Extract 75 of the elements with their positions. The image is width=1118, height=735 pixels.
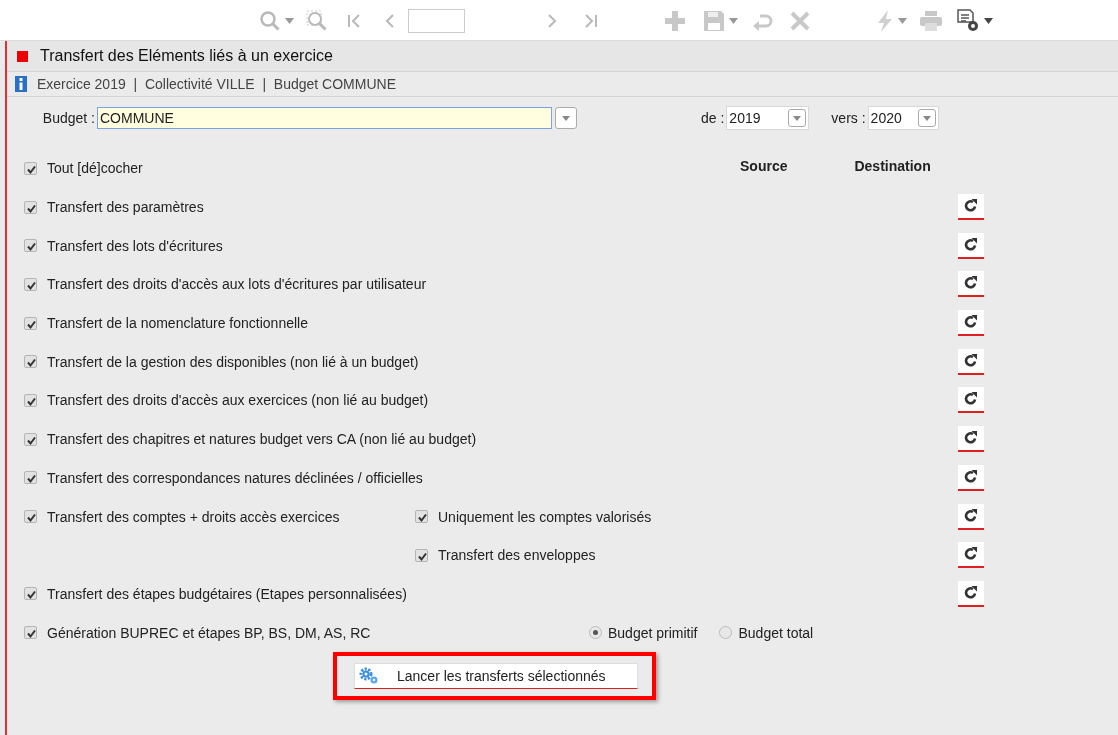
toggle-all-label: Tout [dé]cocher xyxy=(47,160,143,177)
budget-label: Budget : xyxy=(41,110,96,126)
dropdown-button[interactable] xyxy=(788,109,807,127)
radio-button[interactable] xyxy=(589,626,602,640)
option-label: Transfert des comptes + droits accès exercices xyxy=(47,508,340,525)
option-label: Transfert des étapes budgétaires (Etapes personnalisées) xyxy=(47,585,407,602)
option-label: Transfert des droits d'accès aux exercices (non lié au budget) xyxy=(47,392,429,409)
refresh-icon xyxy=(964,585,978,600)
checkbox[interactable] xyxy=(24,316,37,330)
refresh-button[interactable] xyxy=(958,348,984,375)
radio-label: Budget primitif xyxy=(608,624,698,641)
refresh-icon xyxy=(964,276,978,291)
refresh-button[interactable] xyxy=(958,232,984,259)
caret-icon[interactable] xyxy=(984,17,993,24)
checkbox[interactable] xyxy=(415,548,428,562)
settings-icon[interactable] xyxy=(956,8,980,33)
radio-button[interactable] xyxy=(719,626,733,640)
refresh-icon xyxy=(964,392,978,407)
column-header: Destination xyxy=(854,158,931,175)
option-label: Transfert des lots d'écritures xyxy=(47,237,223,254)
column-header: Source xyxy=(740,158,788,175)
refresh-icon xyxy=(964,469,978,484)
square-icon xyxy=(17,50,28,62)
refresh-icon xyxy=(964,353,978,368)
refresh-icon xyxy=(964,199,978,214)
option-label: Transfert de la gestion des disponibles (non lié à un budget) xyxy=(47,353,419,370)
option-label: Uniquement les comptes valorisés xyxy=(438,508,652,525)
budget-field[interactable]: COMMUNE xyxy=(97,107,552,129)
checkbox[interactable] xyxy=(24,355,37,369)
refresh-button[interactable] xyxy=(958,580,984,607)
refresh-button[interactable] xyxy=(958,387,984,414)
refresh-button[interactable] xyxy=(958,426,984,453)
checkbox[interactable] xyxy=(24,587,37,601)
refresh-button[interactable] xyxy=(958,503,984,530)
checkbox[interactable] xyxy=(24,471,37,485)
option-label: Transfert des correspondances natures déclinées / officielles xyxy=(47,469,423,486)
refresh-button[interactable] xyxy=(958,310,984,337)
option-label: Transfert de la nomenclature fonctionnelle xyxy=(47,315,308,332)
caret-icon xyxy=(922,115,931,121)
gears-icon xyxy=(359,666,379,685)
refresh-button[interactable] xyxy=(958,542,984,569)
page-title: Transfert des Eléments liés à un exercice xyxy=(40,47,333,65)
launch-button[interactable]: Lancer les transferts sélectionnés xyxy=(354,662,638,689)
option-label: Transfert des paramètres xyxy=(47,199,204,216)
checkbox[interactable] xyxy=(415,510,428,524)
refresh-icon xyxy=(964,431,978,446)
year-to-label: vers : xyxy=(831,110,866,126)
refresh-button[interactable] xyxy=(958,194,984,221)
option-label: Transfert des droits d'accès aux lots d'écritures par utilisateur xyxy=(47,276,427,293)
checkbox[interactable] xyxy=(24,200,37,214)
refresh-icon xyxy=(964,508,978,523)
checkbox[interactable] xyxy=(24,432,37,446)
checkbox[interactable] xyxy=(24,626,37,640)
option-label: Génération BUPREC et étapes BP, BS, DM, AS, RC xyxy=(47,624,371,641)
option-label: Transfert des chapitres et natures budget vers CA (non lié au budget) xyxy=(47,431,477,448)
checkbox[interactable] xyxy=(24,239,37,253)
dropdown-button[interactable] xyxy=(917,109,936,127)
refresh-button[interactable] xyxy=(958,464,984,491)
refresh-icon xyxy=(964,315,978,330)
refresh-icon xyxy=(964,547,978,562)
checkbox[interactable] xyxy=(24,161,37,175)
page-field[interactable] xyxy=(408,8,465,33)
option-label: Transfert des enveloppes xyxy=(438,547,596,564)
radio-label: Budget total xyxy=(738,624,814,641)
caret-icon xyxy=(793,115,802,121)
context-text: Exercice 2019 | Collectivité VILLE | Budget COMMUNE xyxy=(37,76,396,92)
checkbox[interactable] xyxy=(24,393,37,407)
year-from-label: de : xyxy=(701,110,725,126)
dropdown-button[interactable] xyxy=(555,107,577,129)
checkbox[interactable] xyxy=(24,277,37,291)
refresh-button[interactable] xyxy=(958,271,984,298)
info-icon xyxy=(15,76,27,92)
checkbox[interactable] xyxy=(24,510,37,524)
caret-icon xyxy=(562,115,570,121)
refresh-icon xyxy=(964,237,978,252)
